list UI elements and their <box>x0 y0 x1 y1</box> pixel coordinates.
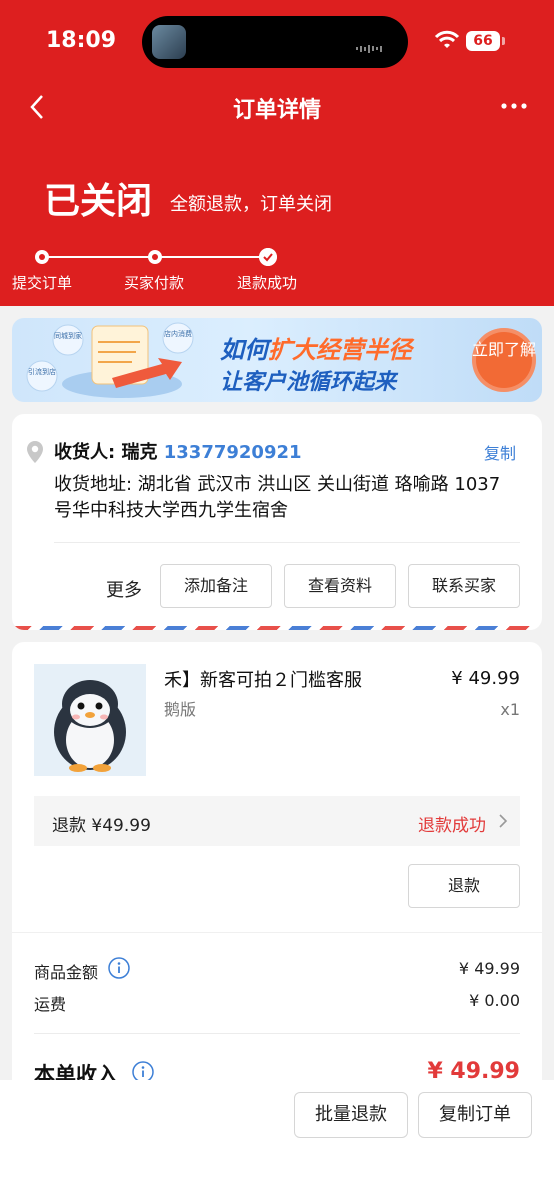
airmail-border <box>12 626 542 630</box>
address-card: 收货人: 瑞克 13377920921 复制 收货地址: 湖北省 武汉市 洪山区… <box>12 414 542 630</box>
bottom-action-bar: 批量退款 复制订单 <box>0 1080 554 1200</box>
more-actions-button[interactable]: 更多 <box>106 576 142 602</box>
divider <box>34 1033 520 1034</box>
audio-wave-icon <box>356 38 386 53</box>
step-dot-paid <box>148 250 162 264</box>
shipping-value: ¥ 0.00 <box>469 991 520 1010</box>
refund-amount: 退款 ¥49.99 <box>52 816 151 836</box>
goods-amount-label: 商品金额 <box>34 963 99 982</box>
goods-card: 禾】新客可拍２门槛客服 鹅版 ¥ 49.99 x1 退款 ¥49.99 退款成功… <box>12 642 542 932</box>
batch-refund-button[interactable]: 批量退款 <box>294 1092 408 1138</box>
order-header: 18:09 66 订单详情 已关闭 全额退款，订单关闭 提交订单 买家付款 退款… <box>0 0 554 306</box>
banner-tag-instore: 店内消费 <box>164 329 192 338</box>
more-dots-icon[interactable] <box>500 96 528 116</box>
banner-learn-more-button[interactable]: 立即了解 <box>472 328 536 392</box>
banner-tag-delivery: 同城到家 <box>54 331 82 340</box>
banner-illustration: 同城到家 店内消费 引流到店 <box>26 322 194 398</box>
location-pin-icon <box>27 441 43 463</box>
product-quantity: x1 <box>500 700 520 719</box>
product-price: ¥ 49.99 <box>451 668 520 689</box>
product-spec: 鹅版 <box>164 700 197 719</box>
receiver-name: 收货人: 瑞克 <box>54 442 158 463</box>
banner-subline: 让客户池循环起来 <box>220 370 397 395</box>
banner-tag-traffic: 引流到店 <box>28 367 56 376</box>
battery-tip <box>502 37 505 45</box>
add-note-button[interactable]: 添加备注 <box>160 564 272 608</box>
order-status-subtitle: 全额退款，订单关闭 <box>170 194 332 215</box>
step-label-submit: 提交订单 <box>12 274 73 292</box>
chevron-right-icon <box>499 814 508 828</box>
receiver-phone[interactable]: 13377920921 <box>164 442 302 463</box>
divider <box>54 542 520 543</box>
step-label-paid: 买家付款 <box>124 274 185 292</box>
step-check-icon <box>259 248 277 266</box>
receiver-info: 收货人: 瑞克 13377920921 <box>54 438 302 464</box>
refund-status-row[interactable]: 退款 ¥49.99 退款成功 <box>34 796 520 846</box>
wifi-icon <box>434 30 460 48</box>
view-profile-button[interactable]: 查看资料 <box>284 564 396 608</box>
shipping-address: 收货地址: 湖北省 武汉市 洪山区 关山街道 珞喻路 1037号华中科技大学西九… <box>54 474 501 521</box>
order-status-title: 已关闭 <box>44 181 153 222</box>
info-icon[interactable] <box>108 957 130 979</box>
contact-buyer-button[interactable]: 联系买家 <box>408 564 520 608</box>
product-penguin-image[interactable] <box>34 664 146 776</box>
step-dot-submit <box>35 250 49 264</box>
shipping-label: 运费 <box>34 995 67 1014</box>
step-label-refunded: 退款成功 <box>237 274 298 292</box>
amount-card: 商品金额 ¥ 49.99 运费 ¥ 0.00 本单收入 ¥ 49.99 <box>12 932 542 1102</box>
banner-headline-prefix: 如何 <box>220 336 268 364</box>
media-thumbnail-icon <box>152 25 186 59</box>
status-time: 18:09 <box>46 28 117 53</box>
banner-headline: 如何扩大经营半径 <box>220 330 412 365</box>
battery-icon: 66 <box>466 31 500 51</box>
goods-amount-value: ¥ 49.99 <box>458 959 520 978</box>
page-title: 订单详情 <box>232 98 321 123</box>
refund-status-text: 退款成功 <box>418 816 486 836</box>
status-bar: 18:09 66 <box>0 0 554 84</box>
promo-banner[interactable]: 同城到家 店内消费 引流到店 如何扩大经营半径 让客户池循环起来 立即了解 <box>12 318 542 402</box>
dynamic-island[interactable] <box>142 16 408 68</box>
copy-order-button[interactable]: 复制订单 <box>418 1092 532 1138</box>
banner-headline-highlight: 扩大经营半径 <box>268 336 412 364</box>
copy-address-link[interactable]: 复制 <box>484 440 516 464</box>
refund-button[interactable]: 退款 <box>408 864 520 908</box>
product-title[interactable]: 禾】新客可拍２门槛客服 <box>164 666 362 692</box>
